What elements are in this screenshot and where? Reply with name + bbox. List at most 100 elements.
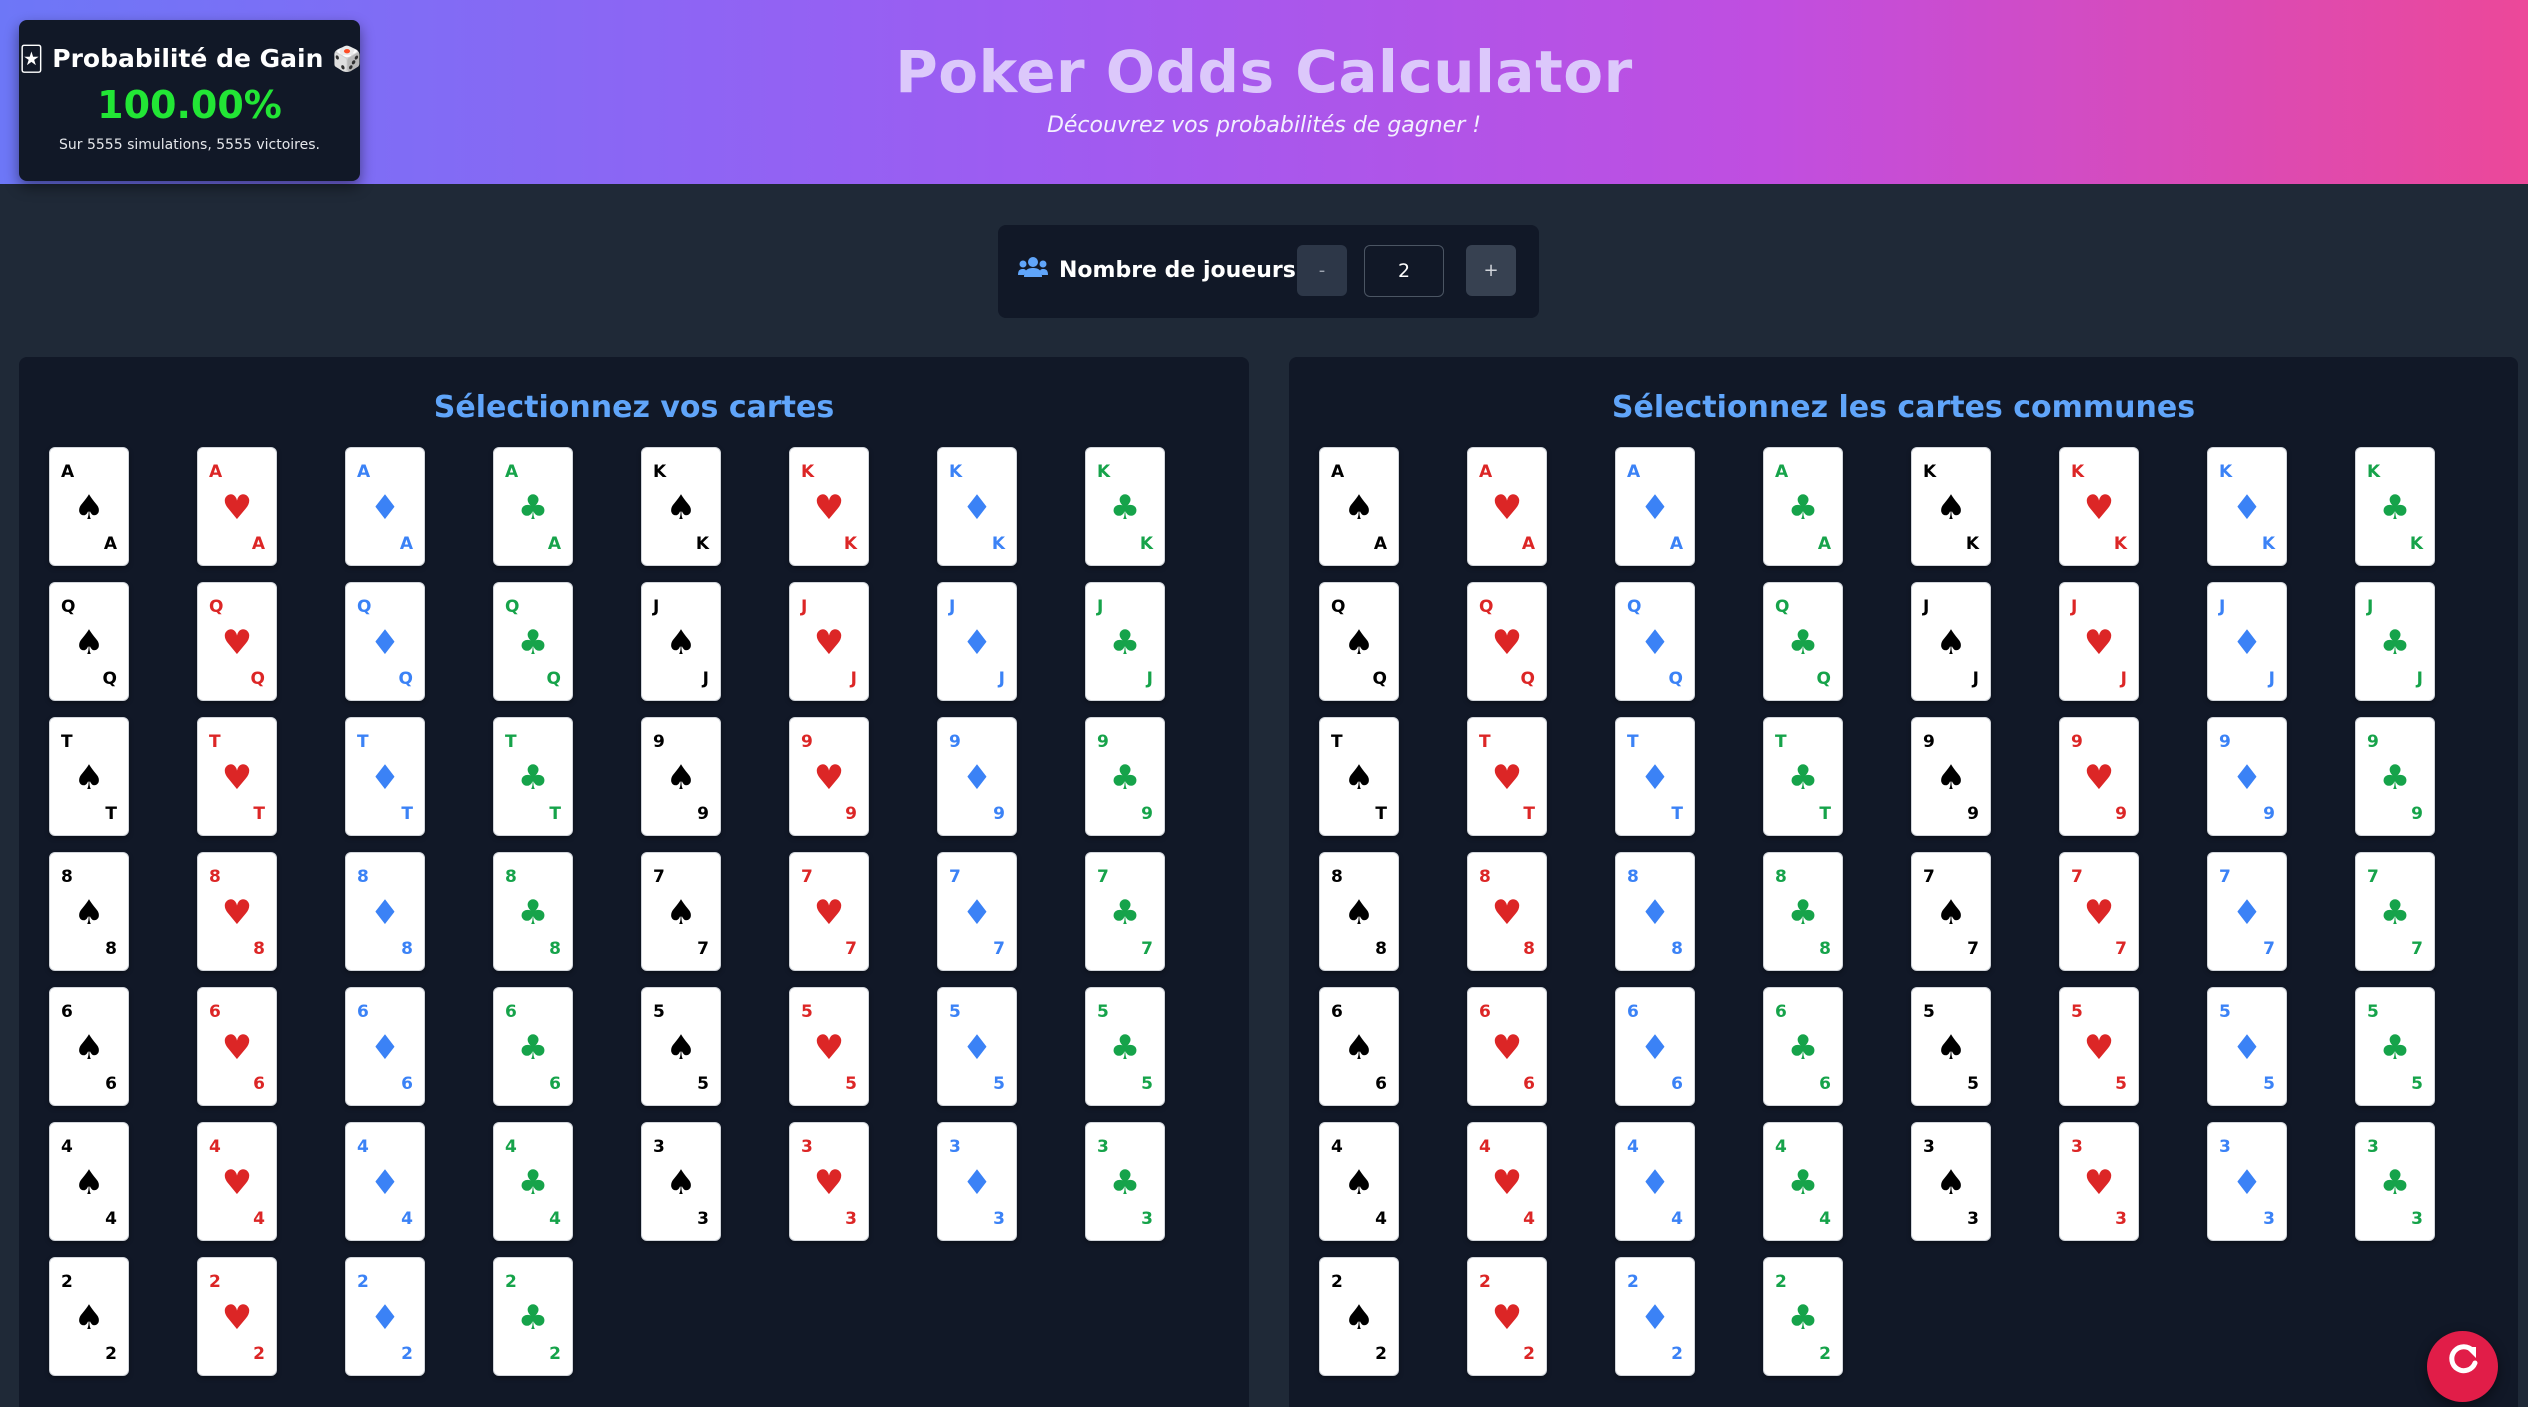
board-card-3-diamond[interactable]: 3 ♦ 3 <box>2207 1122 2287 1241</box>
board-card-5-heart[interactable]: 5 ♥ 5 <box>2059 987 2139 1106</box>
board-card-T-club[interactable]: T ♣ T <box>1763 717 1843 836</box>
board-card-8-club[interactable]: 8 ♣ 8 <box>1763 852 1843 971</box>
board-card-J-heart[interactable]: J ♥ J <box>2059 582 2139 701</box>
hand-card-8-spade[interactable]: 8 ♠ 8 <box>49 852 129 971</box>
hand-card-6-club[interactable]: 6 ♣ 6 <box>493 987 573 1106</box>
board-card-8-heart[interactable]: 8 ♥ 8 <box>1467 852 1547 971</box>
hand-card-Q-spade[interactable]: Q ♠ Q <box>49 582 129 701</box>
board-card-2-heart[interactable]: 2 ♥ 2 <box>1467 1257 1547 1376</box>
hand-card-A-diamond[interactable]: A ♦ A <box>345 447 425 566</box>
board-card-2-diamond[interactable]: 2 ♦ 2 <box>1615 1257 1695 1376</box>
board-card-4-diamond[interactable]: 4 ♦ 4 <box>1615 1122 1695 1241</box>
hand-card-T-heart[interactable]: T ♥ T <box>197 717 277 836</box>
board-card-9-diamond[interactable]: 9 ♦ 9 <box>2207 717 2287 836</box>
board-card-J-diamond[interactable]: J ♦ J <box>2207 582 2287 701</box>
hand-card-2-spade[interactable]: 2 ♠ 2 <box>49 1257 129 1376</box>
hand-card-5-spade[interactable]: 5 ♠ 5 <box>641 987 721 1106</box>
board-card-A-spade[interactable]: A ♠ A <box>1319 447 1399 566</box>
hand-card-A-spade[interactable]: A ♠ A <box>49 447 129 566</box>
board-card-T-diamond[interactable]: T ♦ T <box>1615 717 1695 836</box>
board-card-3-heart[interactable]: 3 ♥ 3 <box>2059 1122 2139 1241</box>
increase-players-button[interactable]: + <box>1466 245 1516 296</box>
board-card-Q-spade[interactable]: Q ♠ Q <box>1319 582 1399 701</box>
hand-card-J-heart[interactable]: J ♥ J <box>789 582 869 701</box>
board-card-4-club[interactable]: 4 ♣ 4 <box>1763 1122 1843 1241</box>
board-card-A-diamond[interactable]: A ♦ A <box>1615 447 1695 566</box>
board-card-8-diamond[interactable]: 8 ♦ 8 <box>1615 852 1695 971</box>
board-card-A-heart[interactable]: A ♥ A <box>1467 447 1547 566</box>
hand-card-T-diamond[interactable]: T ♦ T <box>345 717 425 836</box>
board-card-6-diamond[interactable]: 6 ♦ 6 <box>1615 987 1695 1106</box>
hand-card-7-spade[interactable]: 7 ♠ 7 <box>641 852 721 971</box>
board-card-3-spade[interactable]: 3 ♠ 3 <box>1911 1122 1991 1241</box>
hand-card-2-club[interactable]: 2 ♣ 2 <box>493 1257 573 1376</box>
board-card-A-club[interactable]: A ♣ A <box>1763 447 1843 566</box>
board-card-K-club[interactable]: K ♣ K <box>2355 447 2435 566</box>
hand-card-2-diamond[interactable]: 2 ♦ 2 <box>345 1257 425 1376</box>
hand-card-J-spade[interactable]: J ♠ J <box>641 582 721 701</box>
hand-card-3-spade[interactable]: 3 ♠ 3 <box>641 1122 721 1241</box>
board-card-5-spade[interactable]: 5 ♠ 5 <box>1911 987 1991 1106</box>
board-card-3-club[interactable]: 3 ♣ 3 <box>2355 1122 2435 1241</box>
hand-card-Q-diamond[interactable]: Q ♦ Q <box>345 582 425 701</box>
board-card-6-club[interactable]: 6 ♣ 6 <box>1763 987 1843 1106</box>
board-card-2-club[interactable]: 2 ♣ 2 <box>1763 1257 1843 1376</box>
hand-card-5-heart[interactable]: 5 ♥ 5 <box>789 987 869 1106</box>
hand-card-7-club[interactable]: 7 ♣ 7 <box>1085 852 1165 971</box>
hand-card-T-spade[interactable]: T ♠ T <box>49 717 129 836</box>
board-card-4-spade[interactable]: 4 ♠ 4 <box>1319 1122 1399 1241</box>
board-card-T-spade[interactable]: T ♠ T <box>1319 717 1399 836</box>
hand-card-A-heart[interactable]: A ♥ A <box>197 447 277 566</box>
hand-card-9-club[interactable]: 9 ♣ 9 <box>1085 717 1165 836</box>
hand-card-J-club[interactable]: J ♣ J <box>1085 582 1165 701</box>
hand-card-A-club[interactable]: A ♣ A <box>493 447 573 566</box>
hand-card-4-diamond[interactable]: 4 ♦ 4 <box>345 1122 425 1241</box>
board-card-6-heart[interactable]: 6 ♥ 6 <box>1467 987 1547 1106</box>
hand-card-T-club[interactable]: T ♣ T <box>493 717 573 836</box>
hand-card-8-club[interactable]: 8 ♣ 8 <box>493 852 573 971</box>
hand-card-8-diamond[interactable]: 8 ♦ 8 <box>345 852 425 971</box>
board-card-7-heart[interactable]: 7 ♥ 7 <box>2059 852 2139 971</box>
board-card-9-spade[interactable]: 9 ♠ 9 <box>1911 717 1991 836</box>
hand-card-3-club[interactable]: 3 ♣ 3 <box>1085 1122 1165 1241</box>
board-card-9-club[interactable]: 9 ♣ 9 <box>2355 717 2435 836</box>
hand-card-9-spade[interactable]: 9 ♠ 9 <box>641 717 721 836</box>
hand-card-Q-heart[interactable]: Q ♥ Q <box>197 582 277 701</box>
hand-card-4-heart[interactable]: 4 ♥ 4 <box>197 1122 277 1241</box>
hand-card-Q-club[interactable]: Q ♣ Q <box>493 582 573 701</box>
board-card-8-spade[interactable]: 8 ♠ 8 <box>1319 852 1399 971</box>
board-card-T-heart[interactable]: T ♥ T <box>1467 717 1547 836</box>
board-card-Q-diamond[interactable]: Q ♦ Q <box>1615 582 1695 701</box>
board-card-K-heart[interactable]: K ♥ K <box>2059 447 2139 566</box>
hand-card-2-heart[interactable]: 2 ♥ 2 <box>197 1257 277 1376</box>
board-card-5-club[interactable]: 5 ♣ 5 <box>2355 987 2435 1106</box>
hand-card-7-heart[interactable]: 7 ♥ 7 <box>789 852 869 971</box>
board-card-Q-club[interactable]: Q ♣ Q <box>1763 582 1843 701</box>
board-card-Q-heart[interactable]: Q ♥ Q <box>1467 582 1547 701</box>
hand-card-5-diamond[interactable]: 5 ♦ 5 <box>937 987 1017 1106</box>
board-card-K-spade[interactable]: K ♠ K <box>1911 447 1991 566</box>
hand-card-5-club[interactable]: 5 ♣ 5 <box>1085 987 1165 1106</box>
hand-card-J-diamond[interactable]: J ♦ J <box>937 582 1017 701</box>
hand-card-8-heart[interactable]: 8 ♥ 8 <box>197 852 277 971</box>
hand-card-4-club[interactable]: 4 ♣ 4 <box>493 1122 573 1241</box>
player-count-input[interactable]: 2 <box>1364 245 1444 297</box>
hand-card-K-club[interactable]: K ♣ K <box>1085 447 1165 566</box>
board-card-9-heart[interactable]: 9 ♥ 9 <box>2059 717 2139 836</box>
hand-card-3-diamond[interactable]: 3 ♦ 3 <box>937 1122 1017 1241</box>
board-card-7-club[interactable]: 7 ♣ 7 <box>2355 852 2435 971</box>
hand-card-6-heart[interactable]: 6 ♥ 6 <box>197 987 277 1106</box>
hand-card-7-diamond[interactable]: 7 ♦ 7 <box>937 852 1017 971</box>
hand-card-K-diamond[interactable]: K ♦ K <box>937 447 1017 566</box>
board-card-J-club[interactable]: J ♣ J <box>2355 582 2435 701</box>
reset-button[interactable] <box>2427 1331 2498 1402</box>
hand-card-9-diamond[interactable]: 9 ♦ 9 <box>937 717 1017 836</box>
board-card-2-spade[interactable]: 2 ♠ 2 <box>1319 1257 1399 1376</box>
hand-card-K-spade[interactable]: K ♠ K <box>641 447 721 566</box>
hand-card-6-diamond[interactable]: 6 ♦ 6 <box>345 987 425 1106</box>
board-card-5-diamond[interactable]: 5 ♦ 5 <box>2207 987 2287 1106</box>
board-card-J-spade[interactable]: J ♠ J <box>1911 582 1991 701</box>
hand-card-K-heart[interactable]: K ♥ K <box>789 447 869 566</box>
decrease-players-button[interactable]: - <box>1297 245 1347 296</box>
hand-card-9-heart[interactable]: 9 ♥ 9 <box>789 717 869 836</box>
